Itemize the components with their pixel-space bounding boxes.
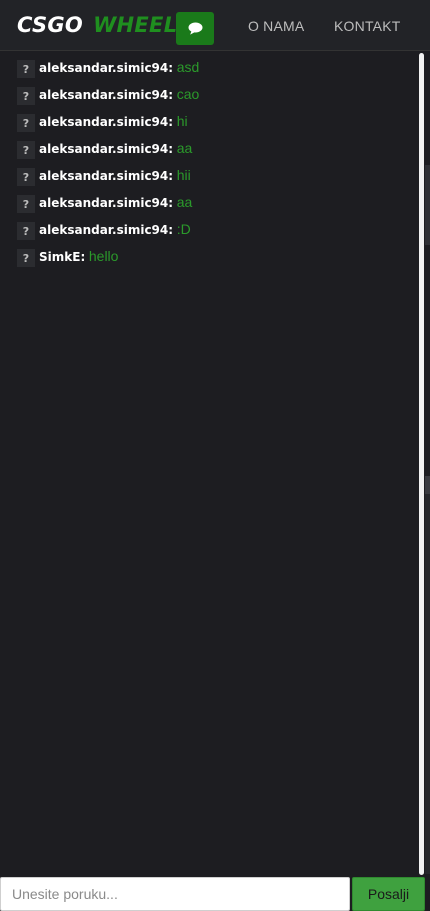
send-button[interactable]: Posalji — [352, 877, 425, 911]
chat-message: ? aleksandar.simic94: hii — [0, 162, 418, 189]
chat-username: SimkE: — [39, 250, 86, 264]
chat-message-content: aleksandar.simic94: aa — [39, 140, 192, 156]
chat-scrollbar-thumb[interactable] — [419, 53, 424, 875]
comment-icon — [188, 22, 202, 35]
chat-message-text: aa — [176, 140, 193, 156]
chat-toggle-button[interactable] — [176, 12, 214, 45]
chat-message-content: aleksandar.simic94: cao — [39, 86, 199, 102]
brand-word-wheel: WHEEL — [93, 13, 178, 37]
chat-message-list: ? aleksandar.simic94: asd ? aleksandar.s… — [0, 54, 418, 270]
chat-message-text: cao — [176, 86, 200, 102]
chat-message: ? aleksandar.simic94: hi — [0, 108, 418, 135]
chat-message-text: hi — [176, 113, 188, 129]
chat-username: aleksandar.simic94: — [39, 142, 174, 156]
avatar-placeholder-icon: ? — [17, 195, 35, 213]
chat-message-text: hello — [88, 248, 119, 264]
chat-message-content: SimkE: hello — [39, 248, 118, 264]
chat-username: aleksandar.simic94: — [39, 88, 174, 102]
brand-logo[interactable]: CSGO WHEEL — [17, 13, 177, 37]
chat-message-content: aleksandar.simic94: hi — [39, 113, 188, 129]
chat-message-text: asd — [176, 59, 200, 75]
chat-message-text: :D — [176, 221, 191, 237]
avatar-placeholder-icon: ? — [17, 141, 35, 159]
chat-message: ? SimkE: hello — [0, 243, 418, 270]
chat-username: aleksandar.simic94: — [39, 169, 174, 183]
chat-username: aleksandar.simic94: — [39, 61, 174, 75]
avatar-placeholder-icon: ? — [17, 168, 35, 186]
avatar-placeholder-icon: ? — [17, 60, 35, 78]
page: CSGO WHEEL O NAMA KONTAKT ? aleksandar.si… — [0, 0, 430, 911]
chat-message-content: aleksandar.simic94: aa — [39, 194, 192, 210]
chat-username: aleksandar.simic94: — [39, 196, 174, 210]
brand-word-csgo: CSGO — [17, 13, 84, 37]
chat-message: ? aleksandar.simic94: asd — [0, 54, 418, 81]
chat-message: ? aleksandar.simic94: aa — [0, 189, 418, 216]
nav-link-kontakt[interactable]: KONTAKT — [334, 18, 400, 34]
chat-message: ? aleksandar.simic94: aa — [0, 135, 418, 162]
chat-username: aleksandar.simic94: — [39, 115, 174, 129]
chat-message-content: aleksandar.simic94: :D — [39, 221, 191, 237]
chat-scrollbar[interactable] — [418, 51, 425, 877]
avatar-placeholder-icon: ? — [17, 249, 35, 267]
chat-message-text: aa — [176, 194, 193, 210]
message-input[interactable] — [0, 877, 350, 911]
chat-message: ? aleksandar.simic94: cao — [0, 81, 418, 108]
nav-link-o-nama[interactable]: O NAMA — [248, 18, 304, 34]
chat-message-text: hii — [176, 167, 191, 183]
chat-panel: ? aleksandar.simic94: asd ? aleksandar.s… — [0, 51, 418, 877]
avatar-placeholder-icon: ? — [17, 87, 35, 105]
chat-message-content: aleksandar.simic94: asd — [39, 59, 199, 75]
chat-message: ? aleksandar.simic94: :D — [0, 216, 418, 243]
chat-message-content: aleksandar.simic94: hii — [39, 167, 191, 183]
chat-input-bar: Posalji — [0, 877, 430, 911]
avatar-placeholder-icon: ? — [17, 114, 35, 132]
navbar: CSGO WHEEL O NAMA KONTAKT — [0, 0, 430, 51]
avatar-placeholder-icon: ? — [17, 222, 35, 240]
chat-username: aleksandar.simic94: — [39, 223, 174, 237]
